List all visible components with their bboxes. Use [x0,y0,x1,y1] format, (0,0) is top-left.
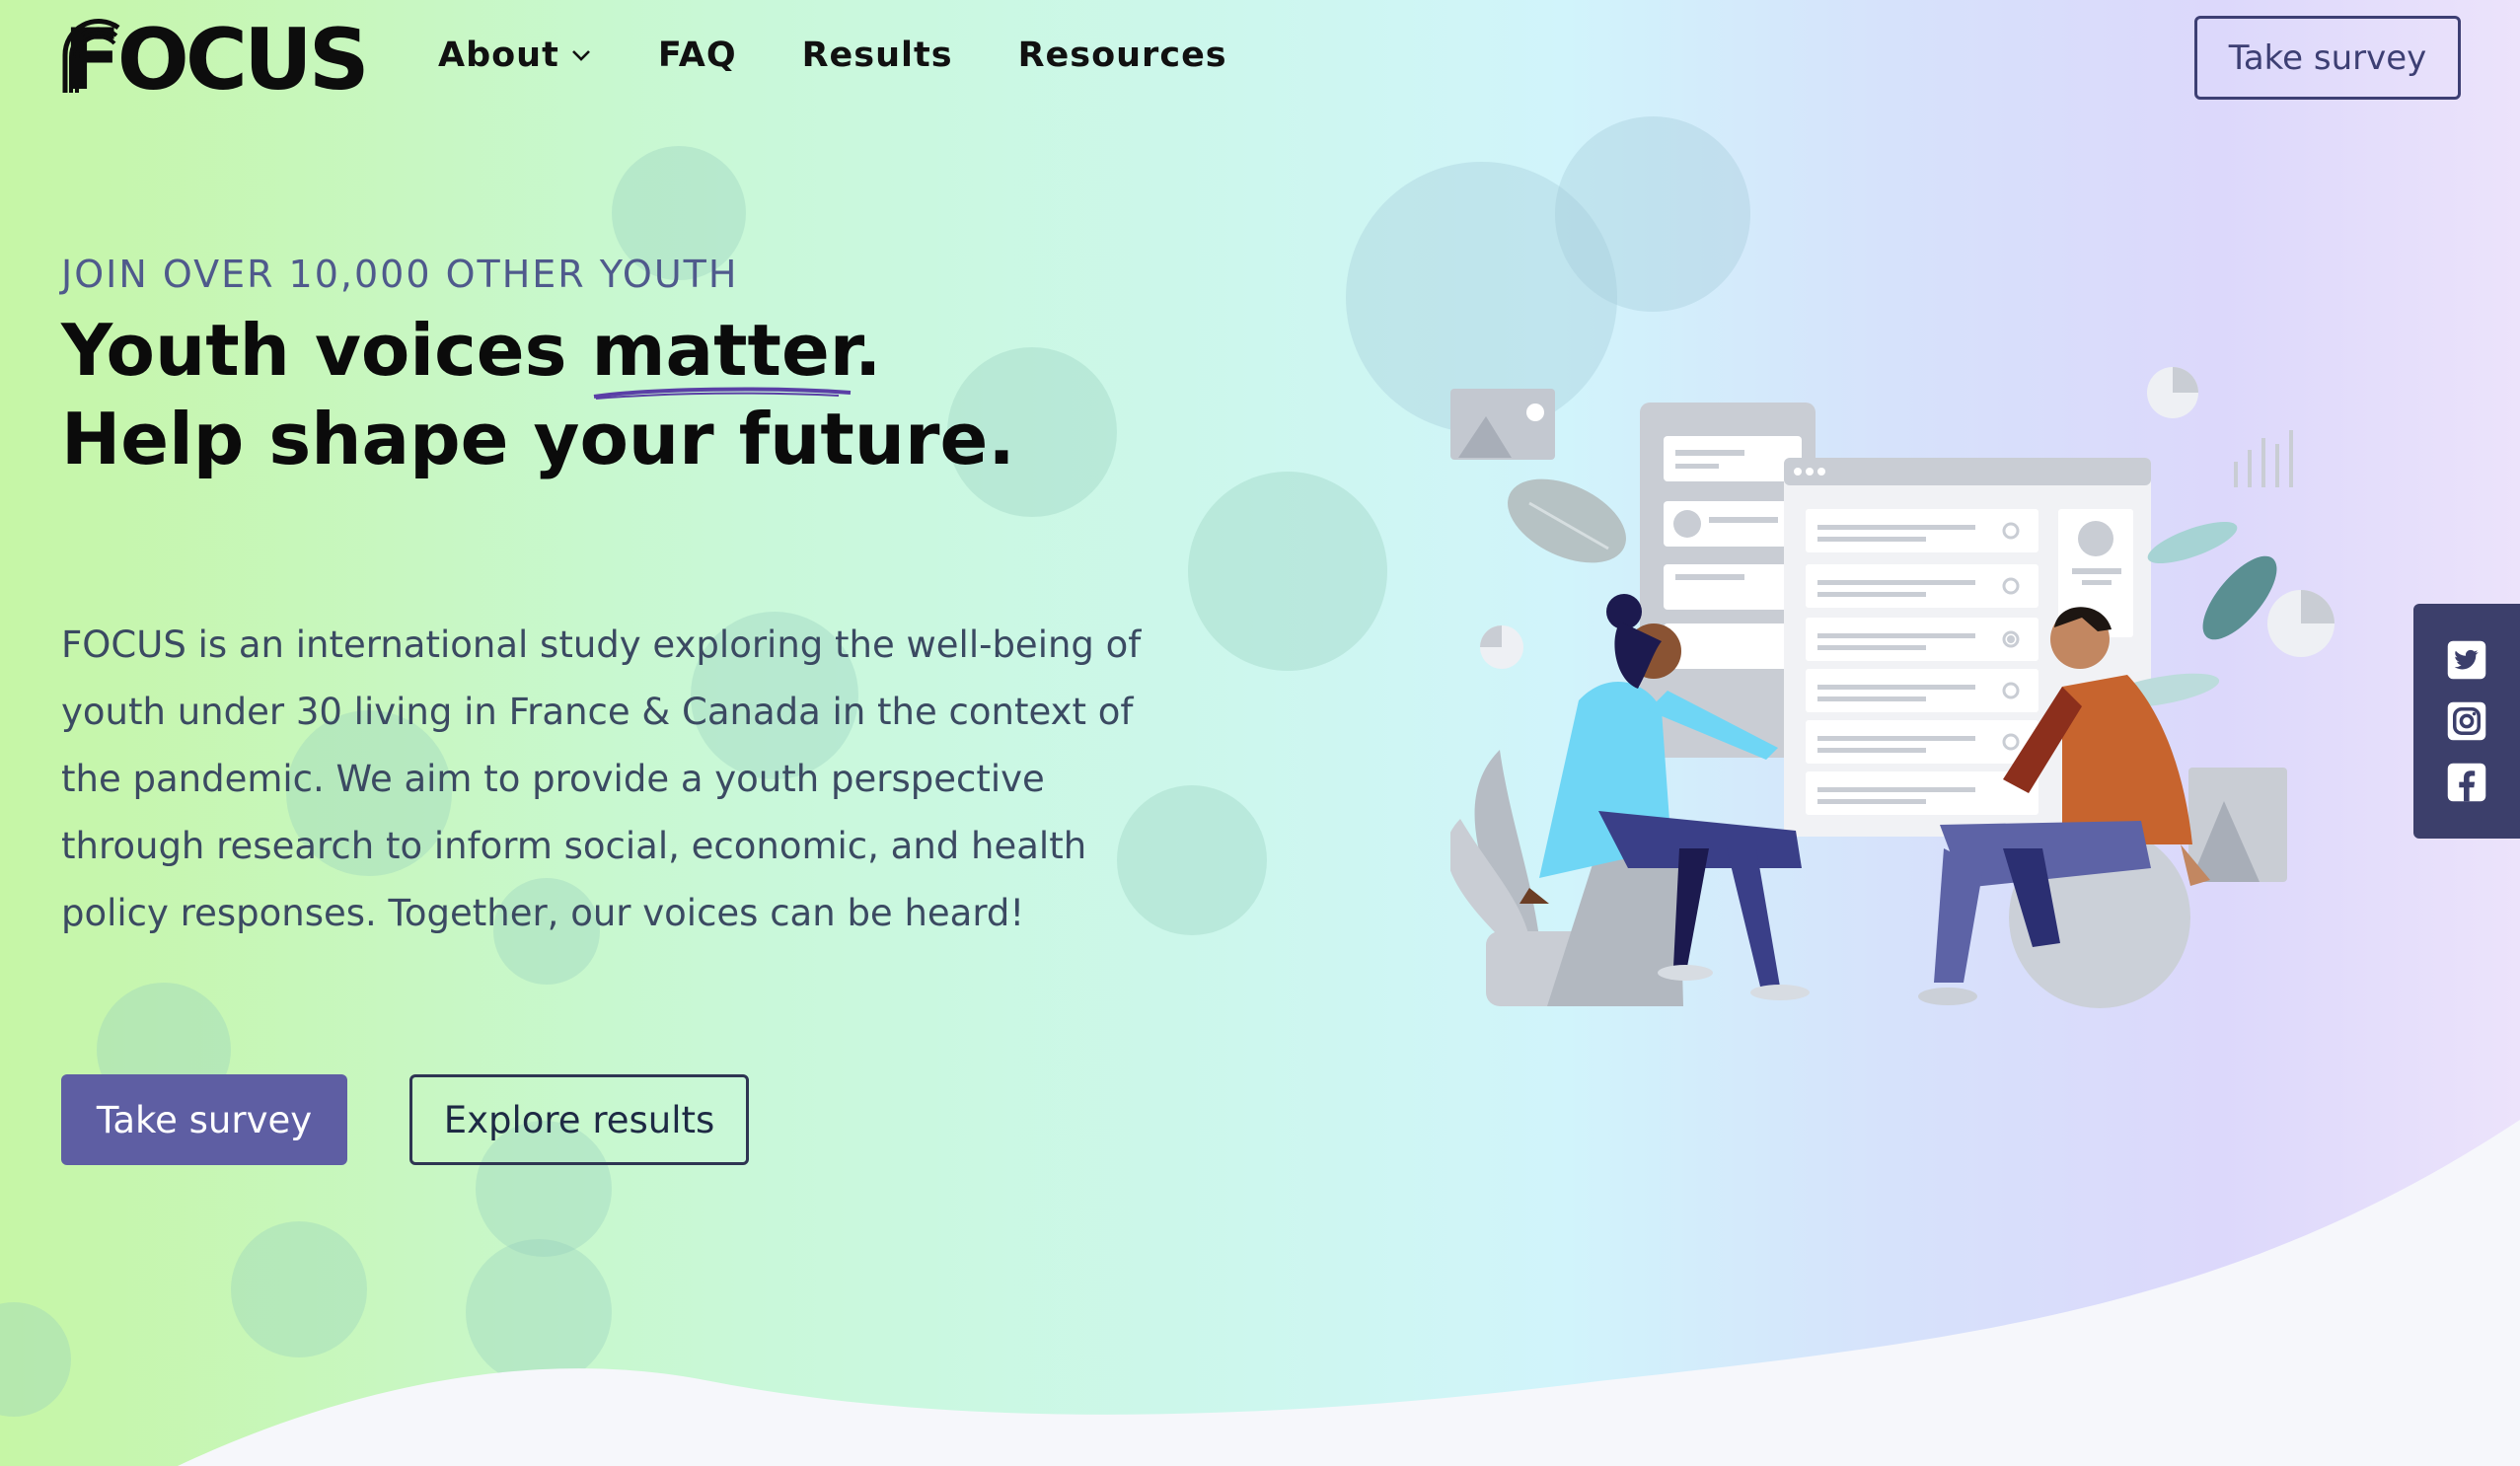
headline-part1: Youth voices [61,309,592,392]
take-survey-button[interactable]: Take survey [61,1074,347,1165]
main-nav: About FAQ Results Resources [438,36,1293,75]
nav-item-label: About [438,36,559,75]
header-take-survey-button[interactable]: Take survey [2194,16,2461,100]
decor-bubble [231,1221,367,1357]
decor-bubble [1555,116,1750,312]
social-link-facebook[interactable] [2446,762,2487,803]
social-link-twitter[interactable] [2446,639,2487,681]
explore-results-button[interactable]: Explore results [409,1074,749,1165]
headline-line2: Help shape your future. [61,398,1015,480]
hero-headline: Youth voices matter. Help shape your fut… [61,306,1015,483]
hero-eyebrow: JOIN OVER 10,000 OTHER YOUTH [61,253,739,296]
hero-description: FOCUS is an international study explorin… [61,623,1142,934]
headline-emphasis-text: matter. [591,309,882,392]
decor-bubble [1188,472,1387,671]
hero-illustration [1450,367,2335,1008]
focus-logo[interactable]: FOCUS [59,16,370,105]
decor-bubble [0,1302,71,1417]
nav-item-results[interactable]: Results [802,36,953,75]
instagram-icon [2447,701,2486,741]
nav-item-faq[interactable]: FAQ [658,36,737,75]
underline-stroke-icon [593,387,851,400]
decor-bubble [466,1239,612,1385]
facebook-icon [2447,763,2486,802]
headline-emphasis: matter. [591,306,882,400]
nav-item-about[interactable]: About [438,36,593,75]
chevron-down-icon [571,50,590,61]
twitter-icon [2447,640,2486,680]
social-link-instagram[interactable] [2446,700,2487,742]
social-sidebar [2413,604,2520,839]
logo-arcs-icon [62,19,120,93]
nav-item-resources[interactable]: Resources [1018,36,1227,75]
site-header: FOCUS About FAQ Results Resources Take s… [0,0,2520,118]
